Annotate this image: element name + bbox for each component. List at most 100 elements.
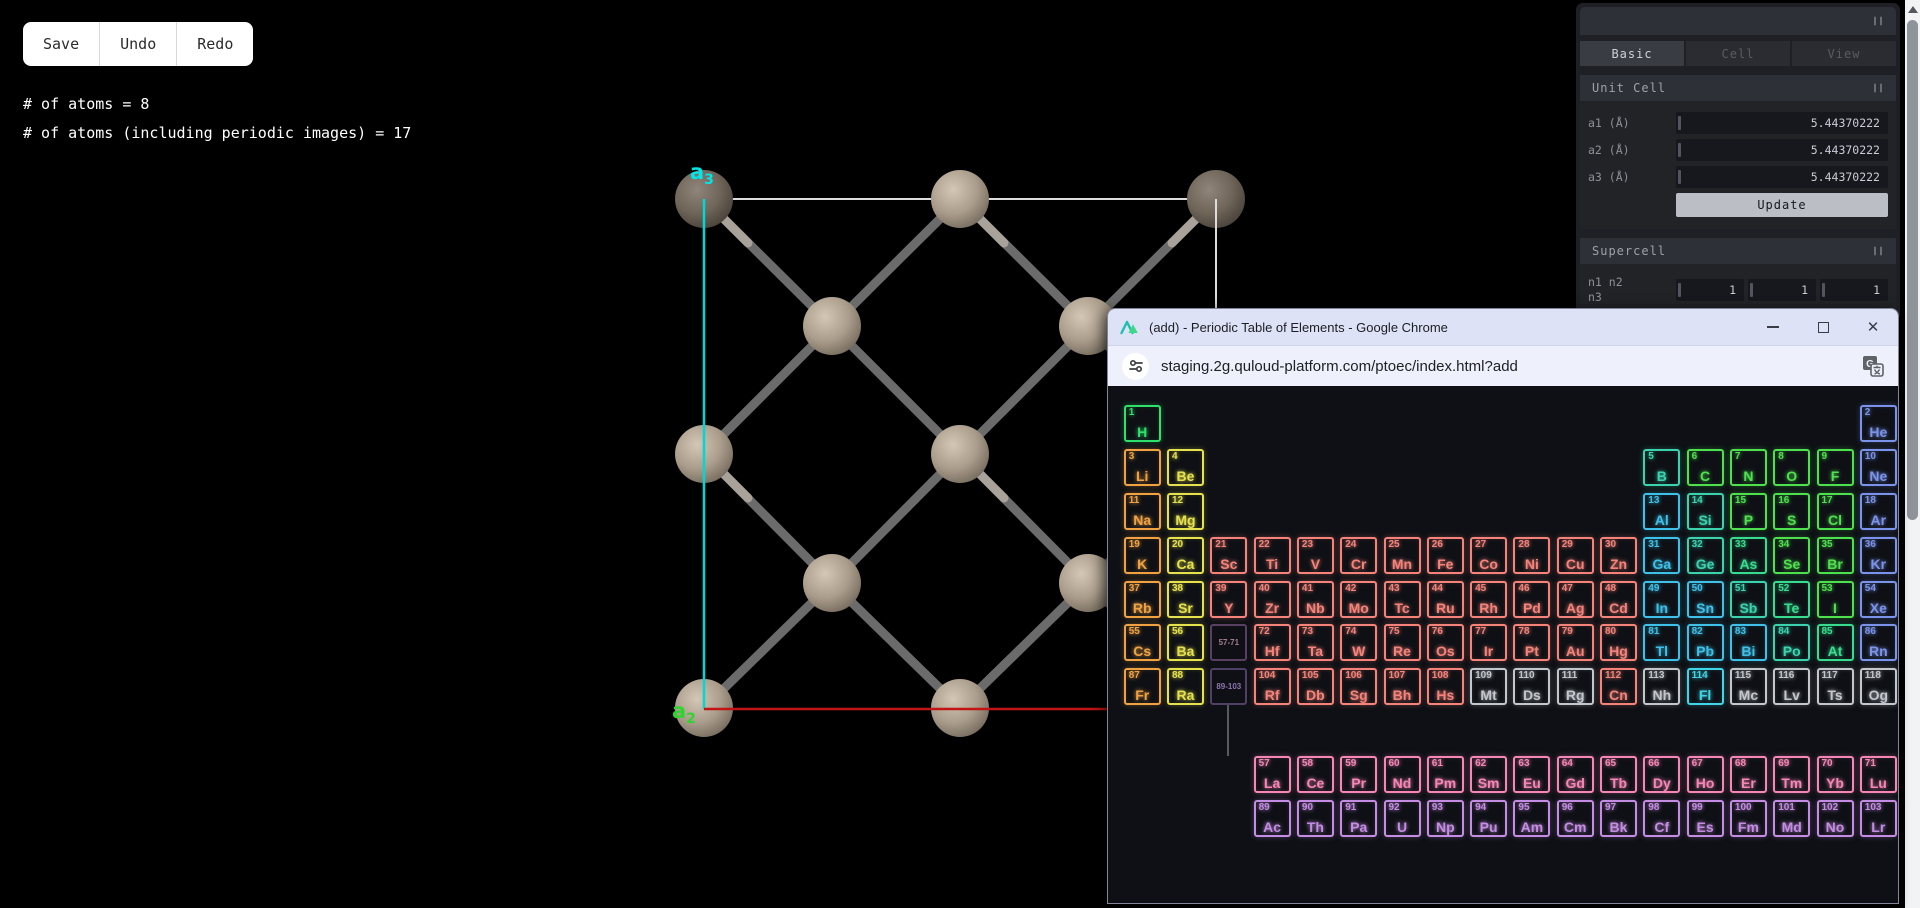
- element-cell-Nb[interactable]: 41 Nb: [1296, 580, 1334, 618]
- tab-basic[interactable]: Basic: [1580, 41, 1684, 66]
- element-cell-Lv[interactable]: 116 Lv: [1773, 668, 1811, 706]
- element-cell-Ti[interactable]: 22 Ti: [1253, 536, 1291, 574]
- element-cell-Hg[interactable]: 80 Hg: [1600, 624, 1637, 662]
- element-cell-Ds[interactable]: 110 Ds: [1513, 668, 1551, 706]
- element-cell-Ru[interactable]: 44 Ru: [1426, 580, 1464, 618]
- element-cell-Np[interactable]: 93 Np: [1426, 799, 1464, 837]
- element-cell-Fr[interactable]: 87 Fr: [1123, 668, 1161, 706]
- tab-cell[interactable]: Cell: [1686, 41, 1790, 66]
- supercell-folder-header[interactable]: Supercell: [1580, 238, 1896, 264]
- element-cell-As[interactable]: 33 As: [1729, 536, 1767, 574]
- element-cell-Ta[interactable]: 73 Ta: [1296, 624, 1334, 662]
- element-cell-Lr[interactable]: 103 Lr: [1859, 799, 1897, 837]
- element-cell-Cn[interactable]: 112 Cn: [1600, 668, 1637, 706]
- element-cell-Nh[interactable]: 113 Nh: [1643, 668, 1681, 706]
- element-cell-Ho[interactable]: 67 Ho: [1686, 755, 1724, 793]
- element-cell-Cl[interactable]: 17 Cl: [1816, 492, 1854, 530]
- n3-input[interactable]: 1: [1820, 278, 1888, 301]
- element-cell-Sb[interactable]: 51 Sb: [1729, 580, 1767, 618]
- element-cell-Md[interactable]: 101 Md: [1773, 799, 1811, 837]
- element-cell-Sc[interactable]: 21 Sc: [1210, 536, 1248, 574]
- element-cell-Fe[interactable]: 26 Fe: [1426, 536, 1464, 574]
- element-cell-Te[interactable]: 52 Te: [1773, 580, 1811, 618]
- element-cell-Tl[interactable]: 81 Tl: [1643, 624, 1681, 662]
- element-cell-Sg[interactable]: 106 Sg: [1340, 668, 1378, 706]
- element-cell-Sr[interactable]: 38 Sr: [1167, 580, 1204, 618]
- element-cell-S[interactable]: 16 S: [1773, 492, 1811, 530]
- element-cell-Cs[interactable]: 55 Cs: [1123, 624, 1161, 662]
- panel-titlebar[interactable]: [1580, 7, 1896, 35]
- element-cell-Er[interactable]: 68 Er: [1729, 755, 1767, 793]
- element-cell-Be[interactable]: 4 Be: [1167, 449, 1204, 487]
- element-cell-Rn[interactable]: 86 Rn: [1859, 624, 1897, 662]
- element-cell-Ir[interactable]: 77 Ir: [1470, 624, 1508, 662]
- element-cell-Dy[interactable]: 66 Dy: [1643, 755, 1681, 793]
- element-cell-Ra[interactable]: 88 Ra: [1167, 668, 1204, 706]
- element-cell-No[interactable]: 102 No: [1816, 799, 1854, 837]
- element-cell-Ba[interactable]: 56 Ba: [1167, 624, 1204, 662]
- atom-sphere[interactable]: [931, 170, 989, 228]
- element-cell-Pu[interactable]: 94 Pu: [1470, 799, 1508, 837]
- element-cell-N[interactable]: 7N: [1729, 449, 1767, 487]
- site-info-button[interactable]: [1122, 352, 1149, 380]
- scrollbar-thumb[interactable]: [1907, 20, 1918, 520]
- element-cell-Au[interactable]: 79 Au: [1556, 624, 1594, 662]
- element-cell-Zn[interactable]: 30 Zn: [1600, 536, 1637, 574]
- element-cell-F[interactable]: 9F: [1816, 449, 1854, 487]
- url-text[interactable]: staging.2g.quloud-platform.com/ptoec/ind…: [1161, 358, 1862, 375]
- element-cell-Cu[interactable]: 29 Cu: [1556, 536, 1594, 574]
- fold-icon[interactable]: [1874, 246, 1882, 256]
- n2-input[interactable]: 1: [1748, 278, 1816, 301]
- element-cell-Se[interactable]: 34 Se: [1773, 536, 1811, 574]
- element-cell-Sm[interactable]: 62 Sm: [1470, 755, 1508, 793]
- element-cell-Ce[interactable]: 58 Ce: [1296, 755, 1334, 793]
- element-cell-Cd[interactable]: 48 Cd: [1600, 580, 1637, 618]
- element-cell-O[interactable]: 8O: [1773, 449, 1811, 487]
- tab-view[interactable]: View: [1792, 41, 1896, 66]
- element-cell-Rg[interactable]: 111 Rg: [1556, 668, 1594, 706]
- element-cell-H[interactable]: 1H: [1123, 405, 1161, 443]
- element-cell-Ge[interactable]: 32 Ge: [1686, 536, 1724, 574]
- element-cell-K[interactable]: 19 K: [1123, 536, 1161, 574]
- n1-input[interactable]: 1: [1676, 278, 1744, 301]
- element-cell-Al[interactable]: 13 Al: [1643, 492, 1681, 530]
- close-button[interactable]: ✕: [1848, 309, 1898, 345]
- element-cell-Am[interactable]: 95 Am: [1513, 799, 1551, 837]
- element-cell-Pd[interactable]: 46 Pd: [1513, 580, 1551, 618]
- element-cell-Lu[interactable]: 71 Lu: [1859, 755, 1897, 793]
- a2-input[interactable]: 5.44370222: [1676, 139, 1888, 161]
- element-cell-Bk[interactable]: 97 Bk: [1600, 799, 1637, 837]
- element-cell-Cf[interactable]: 98 Cf: [1643, 799, 1681, 837]
- element-cell-Pt[interactable]: 78 Pt: [1513, 624, 1551, 662]
- element-cell-Mg[interactable]: 12 Mg: [1167, 492, 1204, 530]
- element-cell-Ga[interactable]: 31 Ga: [1643, 536, 1681, 574]
- element-cell-Xe[interactable]: 54 Xe: [1859, 580, 1897, 618]
- fold-icon[interactable]: [1874, 83, 1882, 93]
- element-cell-Pb[interactable]: 82 Pb: [1686, 624, 1724, 662]
- element-cell-Ac[interactable]: 89 Ac: [1253, 799, 1291, 837]
- element-cell-Ni[interactable]: 28 Ni: [1513, 536, 1551, 574]
- atom-sphere[interactable]: [931, 425, 989, 483]
- element-cell-Si[interactable]: 14 Si: [1686, 492, 1724, 530]
- page-scrollbar[interactable]: [1905, 0, 1920, 908]
- element-cell-Bh[interactable]: 107 Bh: [1383, 668, 1421, 706]
- element-cell-Os[interactable]: 76 Os: [1426, 624, 1464, 662]
- element-cell-Tm[interactable]: 69 Tm: [1773, 755, 1811, 793]
- element-cell-Mn[interactable]: 25 Mn: [1383, 536, 1421, 574]
- element-cell-Db[interactable]: 105 Db: [1296, 668, 1334, 706]
- atom-sphere[interactable]: [803, 554, 861, 612]
- element-cell-Tb[interactable]: 65 Tb: [1600, 755, 1637, 793]
- element-cell-Ne[interactable]: 10 Ne: [1859, 449, 1897, 487]
- element-cell-B[interactable]: 5B: [1643, 449, 1681, 487]
- element-cell-Es[interactable]: 99 Es: [1686, 799, 1724, 837]
- google-translate-icon[interactable]: G: [1862, 355, 1884, 377]
- element-cell-Ag[interactable]: 47 Ag: [1556, 580, 1594, 618]
- element-cell-Co[interactable]: 27 Co: [1470, 536, 1508, 574]
- window-titlebar[interactable]: (add) - Periodic Table of Elements - Goo…: [1108, 309, 1898, 345]
- element-cell-Fl[interactable]: 114 Fl: [1686, 668, 1724, 706]
- element-cell-Li[interactable]: 3 Li: [1123, 449, 1161, 487]
- minimize-button[interactable]: [1748, 309, 1798, 345]
- element-cell-Mc[interactable]: 115 Mc: [1729, 668, 1767, 706]
- element-cell-Br[interactable]: 35 Br: [1816, 536, 1854, 574]
- element-cell-Pr[interactable]: 59 Pr: [1340, 755, 1378, 793]
